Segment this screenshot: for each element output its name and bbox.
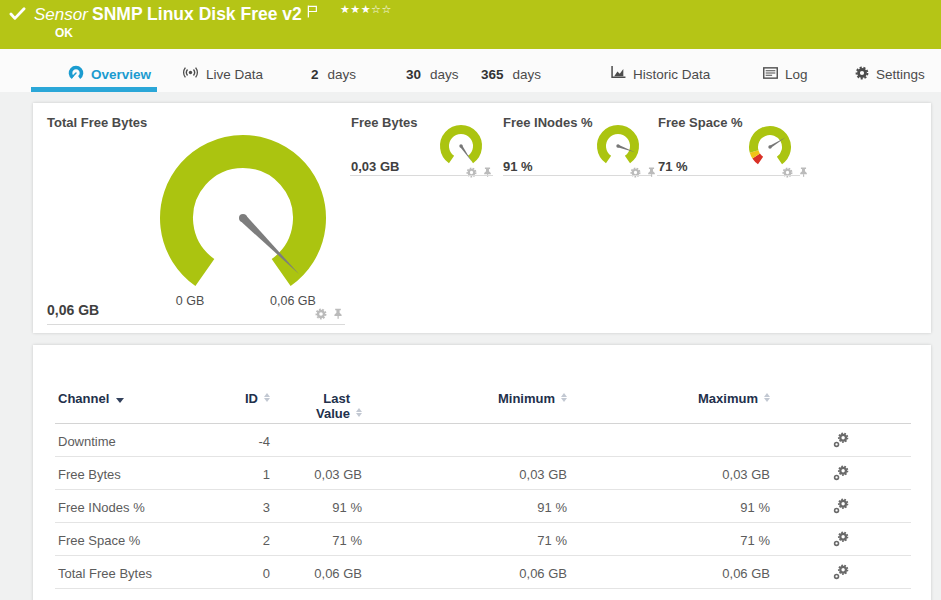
table-row: Total Free Bytes 0 0,06 GB 0,06 GB 0,06 … <box>55 555 911 588</box>
gauge-value-free-inodes: 91 % <box>503 159 533 174</box>
cell-maximum: 71 % <box>567 522 770 555</box>
cell-maximum: 0,06 GB <box>567 555 770 588</box>
cell-id: 2 <box>185 522 270 555</box>
column-header-channel[interactable]: Channel <box>55 345 185 423</box>
cell-minimum: 0,06 GB <box>362 555 567 588</box>
tab-30-days[interactable]: 30 days <box>406 57 459 91</box>
cell-maximum: 91 % <box>567 489 770 522</box>
gauge-value-free-space: 71 % <box>658 159 688 174</box>
flag-icon[interactable] <box>307 4 318 22</box>
cell-id: 1 <box>185 456 270 489</box>
cell-last-value: 91 % <box>270 489 362 522</box>
pin-icon[interactable] <box>482 164 493 182</box>
active-tab-underline <box>31 87 157 92</box>
tab-overview[interactable]: Overview <box>68 57 151 91</box>
log-icon <box>763 67 778 82</box>
cell-minimum <box>362 423 567 456</box>
sort-icon <box>764 393 770 403</box>
cell-channel: Free INodes % <box>55 489 185 522</box>
cell-channel: Downtime <box>55 423 185 456</box>
sensor-type-label: Sensor <box>34 5 88 25</box>
channels-table: Channel ID Last Value Minimum Maximum <box>55 345 911 589</box>
broadcast-icon <box>182 65 199 83</box>
cell-last-value <box>270 423 362 456</box>
tab-bar: Overview Live Data 2 days 30 days 365 da… <box>0 49 941 92</box>
gauge-settings-gear-icon[interactable] <box>782 164 793 182</box>
channel-settings-icon[interactable] <box>833 469 849 484</box>
cell-channel: Free Bytes <box>55 456 185 489</box>
channel-settings-icon[interactable] <box>833 502 849 517</box>
chart-icon <box>611 66 626 82</box>
gauge-title-free-bytes: Free Bytes <box>351 115 417 130</box>
priority-stars[interactable]: ★★★☆☆ <box>340 3 392 16</box>
channel-settings-icon[interactable] <box>833 535 849 550</box>
gauge-title-free-inodes: Free INodes % <box>503 115 593 130</box>
cell-minimum: 0,03 GB <box>362 456 567 489</box>
column-header-maximum[interactable]: Maximum <box>567 345 770 423</box>
channel-settings-icon[interactable] <box>833 568 849 583</box>
channels-panel: Channel ID Last Value Minimum Maximum <box>33 345 931 600</box>
pin-icon[interactable] <box>646 164 657 182</box>
sensor-title: SNMP Linux Disk Free v2 <box>92 4 302 25</box>
gauge-icon <box>68 65 84 84</box>
cell-maximum: 0,03 GB <box>567 456 770 489</box>
gauges-panel: Total Free Bytes 0 GB 0,06 GB 0,06 GB Fr… <box>33 103 931 333</box>
cell-id: -4 <box>185 423 270 456</box>
cell-channel: Total Free Bytes <box>55 555 185 588</box>
channel-settings-icon[interactable] <box>833 436 849 451</box>
main-gauge <box>143 118 343 318</box>
main-gauge-title: Total Free Bytes <box>47 115 147 130</box>
pin-icon[interactable] <box>332 306 344 324</box>
cell-minimum: 91 % <box>362 489 567 522</box>
sensor-header: Sensor SNMP Linux Disk Free v2 ★★★☆☆ OK <box>0 0 941 49</box>
tab-log[interactable]: Log <box>763 57 808 91</box>
column-header-actions <box>770 345 911 423</box>
gauge-value-free-bytes: 0,03 GB <box>351 159 399 174</box>
divider <box>503 175 651 176</box>
divider <box>47 324 345 325</box>
column-header-last-value[interactable]: Last Value <box>270 345 362 423</box>
gauge-free-bytes <box>437 122 485 170</box>
divider <box>350 175 493 176</box>
cell-id: 0 <box>185 555 270 588</box>
table-row: Free INodes % 3 91 % 91 % 91 % <box>55 489 911 522</box>
tab-historic-data[interactable]: Historic Data <box>611 57 710 91</box>
tab-settings[interactable]: Settings <box>855 57 925 91</box>
gauge-settings-gear-icon[interactable] <box>315 306 327 324</box>
cell-id: 3 <box>185 489 270 522</box>
column-header-id[interactable]: ID <box>185 345 270 423</box>
tab-2-days[interactable]: 2 days <box>311 57 356 91</box>
table-row: Free Space % 2 71 % 71 % 71 % <box>55 522 911 555</box>
cell-channel: Free Space % <box>55 522 185 555</box>
table-row: Free Bytes 1 0,03 GB 0,03 GB 0,03 GB <box>55 456 911 489</box>
gauge-settings-gear-icon[interactable] <box>630 164 641 182</box>
status-badge: OK <box>55 26 73 40</box>
gauge-free-inodes <box>594 122 642 170</box>
cell-minimum: 71 % <box>362 522 567 555</box>
gauge-title-free-space: Free Space % <box>658 115 743 130</box>
gauge-settings-gear-icon[interactable] <box>466 164 477 182</box>
column-header-minimum[interactable]: Minimum <box>362 345 567 423</box>
sort-icon <box>561 393 567 403</box>
table-row: Downtime -4 <box>55 423 911 456</box>
gear-icon <box>855 66 869 83</box>
tab-live-data[interactable]: Live Data <box>182 57 263 91</box>
cell-maximum <box>567 423 770 456</box>
main-gauge-max-label: 0,06 GB <box>270 294 316 308</box>
cell-last-value: 0,06 GB <box>270 555 362 588</box>
status-check-icon <box>9 7 26 25</box>
filter-caret-icon <box>116 398 124 403</box>
sort-icon <box>356 408 362 418</box>
pin-icon[interactable] <box>798 164 809 182</box>
tab-365-days[interactable]: 365 days <box>481 57 541 91</box>
divider <box>657 175 800 176</box>
cell-last-value: 71 % <box>270 522 362 555</box>
main-gauge-value: 0,06 GB <box>47 302 99 318</box>
main-gauge-min-label: 0 GB <box>176 294 205 308</box>
sort-icon <box>264 393 270 403</box>
cell-last-value: 0,03 GB <box>270 456 362 489</box>
